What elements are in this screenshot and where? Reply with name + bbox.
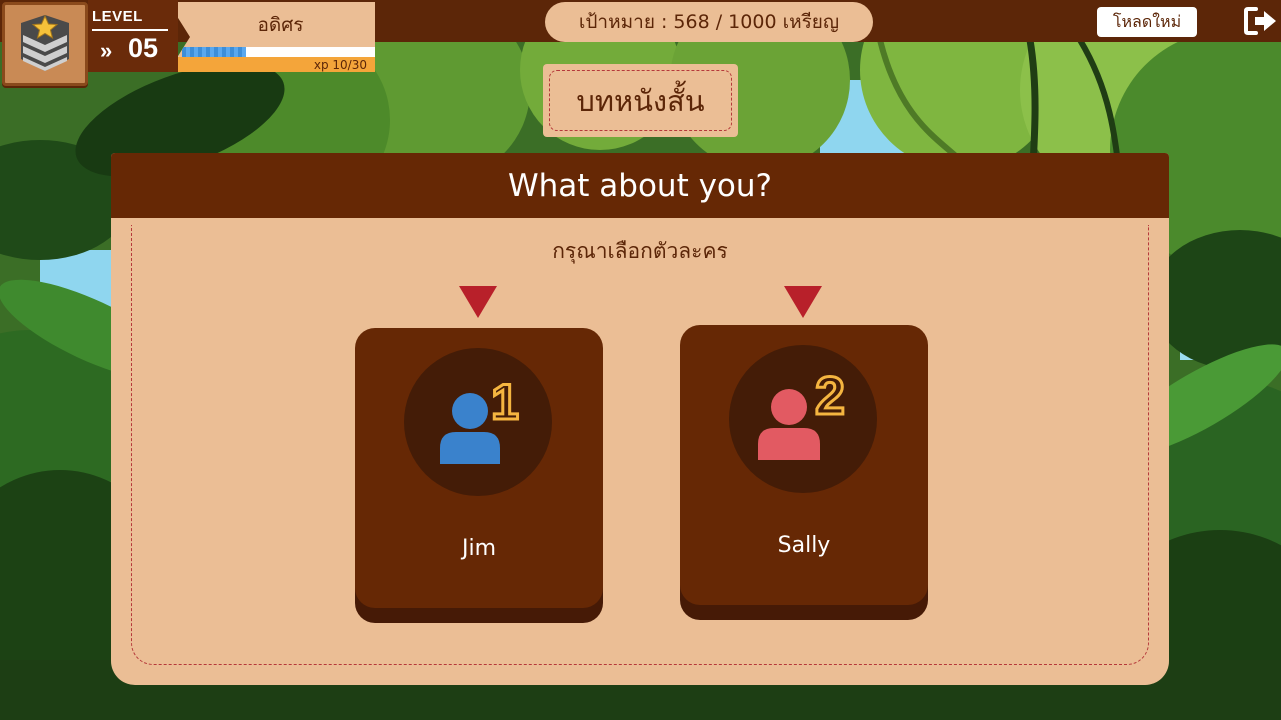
- xp-progress-fill: [182, 47, 247, 57]
- character-select-panel: What about you? กรุณาเลือกตัวละคร 1 Jim …: [111, 153, 1169, 685]
- level-label: LEVEL: [92, 8, 143, 25]
- double-chevron-icon: »: [100, 38, 113, 63]
- reload-button[interactable]: โหลดใหม่: [1097, 7, 1197, 37]
- character-avatar: 2: [729, 345, 877, 493]
- panel-dashed-border: [131, 225, 1149, 665]
- exit-button[interactable]: [1244, 6, 1278, 38]
- panel-title: What about you?: [507, 167, 772, 204]
- character-name: Jim: [461, 536, 497, 561]
- user-head: [452, 393, 488, 429]
- user-icon: 2: [758, 365, 847, 460]
- select-arrow-indicator: [784, 286, 822, 318]
- character-number: 1: [491, 374, 519, 430]
- panel-header: What about you?: [111, 153, 1169, 218]
- character-number: 2: [815, 366, 845, 426]
- character-name: Sally: [777, 533, 831, 558]
- instruction-text: กรุณาเลือกตัวละคร: [552, 239, 728, 263]
- rank-chevron-star-icon: [21, 14, 69, 71]
- user-head: [771, 389, 807, 425]
- coin-goal: เป้าหมาย : 568 / 1000 เหรียญ: [545, 2, 873, 42]
- user-icon: 1: [440, 373, 520, 464]
- player-info-panel: อดิศร xp 10/30: [168, 2, 375, 72]
- user-body: [440, 432, 500, 464]
- story-title-sign: บทหนังสั้น: [543, 64, 738, 137]
- character-card-jim[interactable]: 1 Jim: [355, 328, 603, 608]
- user-body: [758, 428, 820, 460]
- character-avatar: 1: [404, 348, 552, 496]
- story-title: บทหนังสั้น: [576, 83, 705, 118]
- character-card-sally[interactable]: 2 Sally: [680, 325, 928, 605]
- level-divider: [92, 29, 168, 31]
- level-number: 05: [128, 33, 159, 63]
- xp-text: xp 10/30: [313, 58, 367, 72]
- xp-progress-bar: [182, 47, 375, 57]
- level-indicator: LEVEL » 05: [88, 0, 178, 72]
- player-name: อดิศร: [257, 14, 304, 36]
- select-arrow-indicator: [459, 286, 497, 318]
- sign-out-icon: [1244, 7, 1276, 35]
- rank-badge: [2, 2, 88, 86]
